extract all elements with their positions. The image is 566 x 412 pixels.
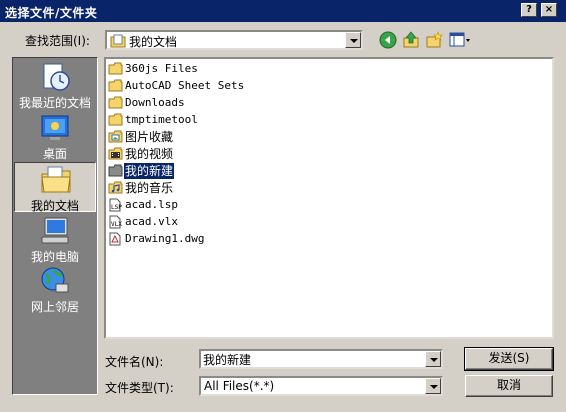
file-name: 图片收藏 — [125, 130, 174, 144]
folder-icon — [108, 164, 123, 177]
svg-text:VLX: VLX — [111, 221, 122, 228]
file-name: 我的视频 — [125, 147, 174, 161]
my-documents-small-icon — [110, 34, 126, 48]
place-network-places[interactable]: 网上邻居 — [14, 264, 96, 314]
place-my-computer[interactable]: 我的电脑 — [14, 214, 96, 264]
folder-icon — [108, 79, 123, 92]
network-places-icon — [41, 267, 69, 293]
place-desktop[interactable]: 桌面 — [14, 111, 96, 161]
filetype-dropdown-arrow[interactable] — [425, 378, 441, 394]
new-folder-icon[interactable] — [425, 31, 443, 49]
filetype-label: 文件类型(T): — [105, 381, 174, 395]
video-folder-icon — [108, 147, 123, 160]
file-name: tmptimetool — [125, 113, 198, 126]
file-name: acad.lsp — [125, 198, 178, 211]
place-recent-documents[interactable]: 我最近的文档 — [14, 60, 96, 110]
up-folder-icon[interactable] — [402, 31, 420, 49]
view-menu-icon[interactable] — [449, 31, 471, 49]
help-button[interactable]: ? — [521, 3, 537, 17]
lsp-file-icon: LSP — [109, 198, 122, 212]
file-name: 我的音乐 — [125, 181, 174, 195]
lookin-value: 我的文档 — [129, 35, 178, 49]
filename-label: 文件名(N): — [105, 355, 164, 369]
place-label: 我的电脑 — [30, 250, 79, 264]
back-icon[interactable] — [379, 31, 397, 49]
close-button[interactable]: × — [541, 3, 557, 17]
title-bar[interactable]: 选择文件/文件夹 ? × — [0, 0, 566, 22]
filetype-select[interactable]: All Files(*.*) — [199, 376, 443, 396]
place-label: 桌面 — [42, 147, 67, 161]
place-label: 我最近的文档 — [18, 96, 91, 110]
folder-icon — [108, 62, 123, 75]
svg-text:LSP: LSP — [111, 204, 122, 211]
file-name: 360js Files — [125, 62, 198, 75]
recent-documents-icon — [43, 63, 70, 91]
folder-icon — [108, 113, 123, 126]
my-computer-icon — [41, 217, 69, 244]
filetype-value: All Files(*.*) — [204, 379, 275, 393]
file-name: Downloads — [125, 96, 185, 109]
place-my-documents[interactable]: 我的文档 — [14, 162, 96, 213]
filename-combo[interactable] — [199, 349, 443, 369]
places-bar: 我最近的文档 桌面 我的文档 我的电脑 网上邻居 — [12, 57, 98, 395]
file-name: AutoCAD Sheet Sets — [125, 79, 245, 92]
dwg-file-icon — [109, 232, 121, 246]
picture-folder-icon — [108, 130, 123, 143]
file-list[interactable]: 360js Files AutoCAD Sheet Sets Downloads… — [104, 57, 554, 339]
lookin-dropdown-arrow[interactable] — [345, 32, 361, 48]
file-name: acad.vlx — [125, 215, 178, 228]
music-folder-icon — [108, 181, 123, 194]
lookin-label: 查找范围(I): — [25, 34, 90, 48]
window-title: 选择文件/文件夹 — [5, 6, 98, 20]
filename-dropdown-arrow[interactable] — [425, 351, 441, 367]
desktop-icon — [41, 115, 69, 140]
file-name: Drawing1.dwg — [125, 232, 205, 245]
cancel-button[interactable]: 取消 — [465, 375, 553, 397]
lookin-dropdown[interactable]: 我的文档 — [105, 30, 363, 50]
my-documents-icon — [41, 166, 71, 193]
place-label: 我的文档 — [30, 199, 79, 213]
vlx-file-icon: VLX — [109, 215, 122, 229]
folder-icon — [108, 96, 123, 109]
file-name: 我的新建 — [122, 162, 176, 180]
place-label: 网上邻居 — [30, 300, 79, 314]
filename-input[interactable] — [203, 351, 423, 367]
send-button[interactable]: 发送(S) — [464, 347, 554, 371]
